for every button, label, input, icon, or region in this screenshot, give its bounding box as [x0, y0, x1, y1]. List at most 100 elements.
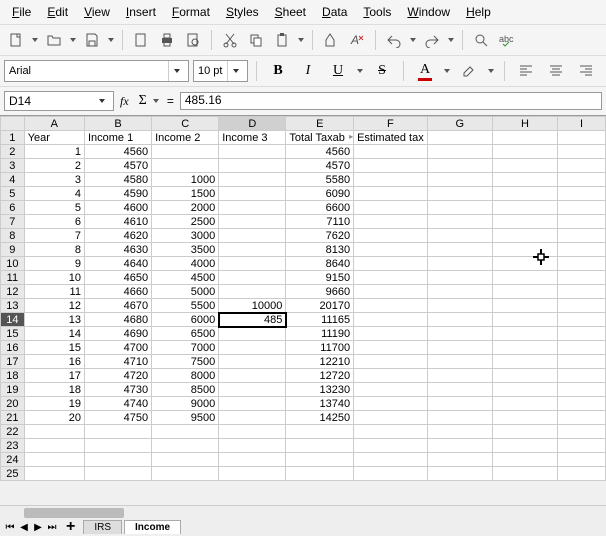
cell-A25[interactable]: [24, 467, 84, 481]
cell-A11[interactable]: 10: [24, 271, 84, 285]
cell-I17[interactable]: [558, 355, 606, 369]
print-icon[interactable]: [155, 28, 179, 52]
cell-C20[interactable]: 9000: [152, 397, 219, 411]
tab-next-icon[interactable]: ▶: [32, 520, 44, 534]
cell-I25[interactable]: [558, 467, 606, 481]
cell-H8[interactable]: [492, 229, 557, 243]
menu-sheet[interactable]: Sheet: [267, 3, 314, 21]
cell-F14[interactable]: [354, 313, 428, 327]
cell-E12[interactable]: 9660: [286, 285, 354, 299]
row-header-10[interactable]: 10: [1, 257, 25, 271]
cut-icon[interactable]: [218, 28, 242, 52]
cell-I22[interactable]: [558, 425, 606, 439]
cell-D19[interactable]: [219, 383, 286, 397]
cell-B16[interactable]: 4700: [84, 341, 151, 355]
tab-first-icon[interactable]: ⏮: [4, 520, 16, 534]
cell-H22[interactable]: [492, 425, 557, 439]
row-header-17[interactable]: 17: [1, 355, 25, 369]
cell-G16[interactable]: [427, 341, 492, 355]
cell-H4[interactable]: [492, 173, 557, 187]
strike-button[interactable]: S: [369, 59, 395, 83]
align-right-button[interactable]: [573, 59, 599, 83]
cell-C10[interactable]: 4000: [152, 257, 219, 271]
cell-F5[interactable]: [354, 187, 428, 201]
cell-E19[interactable]: 13230: [286, 383, 354, 397]
cell-C8[interactable]: 3000: [152, 229, 219, 243]
cell-A14[interactable]: 13: [24, 313, 84, 327]
cell-D9[interactable]: [219, 243, 286, 257]
cell-A15[interactable]: 14: [24, 327, 84, 341]
cell-G9[interactable]: [427, 243, 492, 257]
cell-E9[interactable]: 8130: [286, 243, 354, 257]
cell-C13[interactable]: 5500: [152, 299, 219, 313]
cell-D6[interactable]: [219, 201, 286, 215]
col-header-G[interactable]: G: [427, 117, 492, 131]
cell-D16[interactable]: [219, 341, 286, 355]
cell-A8[interactable]: 7: [24, 229, 84, 243]
cell-G5[interactable]: [427, 187, 492, 201]
cell-B5[interactable]: 4590: [84, 187, 151, 201]
cell-I2[interactable]: [558, 145, 606, 159]
highlight-button[interactable]: [456, 59, 482, 83]
cell-I4[interactable]: [558, 173, 606, 187]
paste-icon[interactable]: [270, 28, 294, 52]
cell-D11[interactable]: [219, 271, 286, 285]
cell-E14[interactable]: 11165: [286, 313, 354, 327]
sheet-tab-irs[interactable]: IRS: [83, 520, 122, 534]
cell-H1[interactable]: [492, 131, 557, 145]
cell-C25[interactable]: [152, 467, 219, 481]
cell-A24[interactable]: [24, 453, 84, 467]
cell-I18[interactable]: [558, 369, 606, 383]
cell-H18[interactable]: [492, 369, 557, 383]
cell-A13[interactable]: 12: [24, 299, 84, 313]
cell-I23[interactable]: [558, 439, 606, 453]
row-header-4[interactable]: 4: [1, 173, 25, 187]
cell-I5[interactable]: [558, 187, 606, 201]
cell-B3[interactable]: 4570: [84, 159, 151, 173]
cell-F19[interactable]: [354, 383, 428, 397]
menu-styles[interactable]: Styles: [218, 3, 267, 21]
col-header-H[interactable]: H: [492, 117, 557, 131]
cell-F16[interactable]: [354, 341, 428, 355]
cell-A22[interactable]: [24, 425, 84, 439]
formula-equals-icon[interactable]: =: [161, 94, 180, 108]
cell-B21[interactable]: 4750: [84, 411, 151, 425]
cell-B1[interactable]: Income 1: [84, 131, 151, 145]
cell-B11[interactable]: 4650: [84, 271, 151, 285]
cell-H2[interactable]: [492, 145, 557, 159]
cell-D25[interactable]: [219, 467, 286, 481]
underline-dropdown[interactable]: [355, 59, 365, 83]
cell-E21[interactable]: 14250: [286, 411, 354, 425]
cell-C5[interactable]: 1500: [152, 187, 219, 201]
cell-E13[interactable]: 20170: [286, 299, 354, 313]
scroll-thumb[interactable]: [24, 508, 124, 518]
cell-A12[interactable]: 11: [24, 285, 84, 299]
name-box[interactable]: D14: [4, 91, 114, 111]
menu-window[interactable]: Window: [399, 3, 458, 21]
row-header-22[interactable]: 22: [1, 425, 25, 439]
cell-C15[interactable]: 6500: [152, 327, 219, 341]
cell-F1[interactable]: Estimated tax: [354, 131, 428, 145]
add-sheet-button[interactable]: +: [60, 518, 81, 536]
cell-H13[interactable]: [492, 299, 557, 313]
menu-tools[interactable]: Tools: [355, 3, 399, 21]
cell-D14[interactable]: 485: [219, 313, 286, 327]
undo-icon[interactable]: [382, 28, 406, 52]
cell-A19[interactable]: 18: [24, 383, 84, 397]
cell-C6[interactable]: 2000: [152, 201, 219, 215]
copy-icon[interactable]: [244, 28, 268, 52]
cell-E4[interactable]: 5580: [286, 173, 354, 187]
cell-A23[interactable]: [24, 439, 84, 453]
cell-I13[interactable]: [558, 299, 606, 313]
cell-I11[interactable]: [558, 271, 606, 285]
cell-I1[interactable]: [558, 131, 606, 145]
underline-button[interactable]: U: [325, 59, 351, 83]
font-color-dropdown[interactable]: [442, 59, 452, 83]
col-header-D[interactable]: D: [219, 117, 286, 131]
bold-button[interactable]: B: [265, 59, 291, 83]
cell-E15[interactable]: 11190: [286, 327, 354, 341]
cell-H12[interactable]: [492, 285, 557, 299]
cell-G15[interactable]: [427, 327, 492, 341]
cell-F2[interactable]: [354, 145, 428, 159]
cell-E17[interactable]: 12210: [286, 355, 354, 369]
